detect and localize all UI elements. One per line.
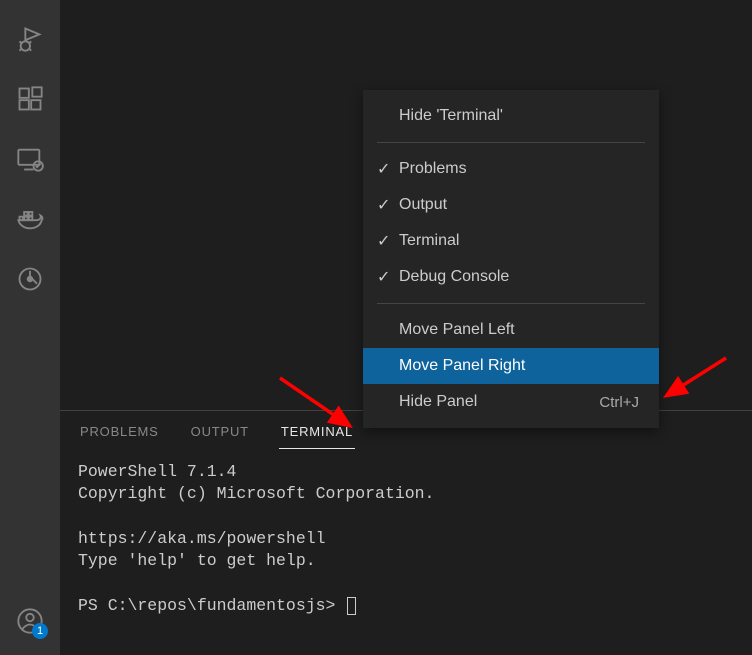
terminal-content[interactable]: PowerShell 7.1.4 Copyright (c) Microsoft… — [60, 451, 752, 617]
panel-context-menu: Hide 'Terminal' ✓ Problems ✓ Output ✓ Te… — [363, 90, 659, 428]
menu-label: Move Panel Left — [399, 321, 639, 339]
menu-label: Move Panel Right — [399, 357, 639, 375]
menu-toggle-output[interactable]: ✓ Output — [363, 187, 659, 223]
menu-label: Hide Panel — [399, 393, 599, 411]
terminal-prompt: PS C:\repos\fundamentosjs> — [78, 596, 345, 615]
gitlens-icon[interactable] — [6, 255, 54, 303]
tab-problems[interactable]: PROBLEMS — [78, 414, 161, 448]
menu-move-panel-right[interactable]: Move Panel Right — [363, 348, 659, 384]
menu-move-panel-left[interactable]: Move Panel Left — [363, 312, 659, 348]
terminal-line: PowerShell 7.1.4 — [78, 462, 236, 481]
check-icon: ✓ — [377, 267, 399, 287]
menu-label: Debug Console — [399, 268, 639, 286]
bottom-panel: PROBLEMS OUTPUT TERMINAL PowerShell 7.1.… — [60, 410, 752, 655]
menu-label: Hide 'Terminal' — [399, 107, 639, 125]
run-debug-icon[interactable] — [6, 15, 54, 63]
activity-bar: 1 — [0, 0, 60, 655]
extensions-icon[interactable] — [6, 75, 54, 123]
terminal-cursor — [347, 597, 356, 615]
menu-toggle-debug-console[interactable]: ✓ Debug Console — [363, 259, 659, 295]
menu-toggle-problems[interactable]: ✓ Problems — [363, 151, 659, 187]
terminal-line: Copyright (c) Microsoft Corporation. — [78, 484, 434, 503]
menu-hide-terminal[interactable]: Hide 'Terminal' — [363, 98, 659, 134]
menu-separator — [377, 142, 645, 143]
docker-icon[interactable] — [6, 195, 54, 243]
accounts-icon[interactable]: 1 — [6, 597, 54, 645]
accounts-badge: 1 — [32, 623, 48, 639]
menu-toggle-terminal[interactable]: ✓ Terminal — [363, 223, 659, 259]
menu-label: Terminal — [399, 232, 639, 250]
tab-output[interactable]: OUTPUT — [189, 414, 251, 448]
menu-label: Problems — [399, 160, 639, 178]
check-icon: ✓ — [377, 231, 399, 251]
check-icon: ✓ — [377, 159, 399, 179]
terminal-line: https://aka.ms/powershell — [78, 529, 326, 548]
check-icon: ✓ — [377, 195, 399, 215]
menu-separator — [377, 303, 645, 304]
remote-explorer-icon[interactable] — [6, 135, 54, 183]
terminal-line: Type 'help' to get help. — [78, 551, 316, 570]
menu-shortcut: Ctrl+J — [599, 394, 639, 411]
menu-label: Output — [399, 196, 639, 214]
tab-terminal[interactable]: TERMINAL — [279, 414, 355, 449]
menu-hide-panel[interactable]: Hide Panel Ctrl+J — [363, 384, 659, 420]
